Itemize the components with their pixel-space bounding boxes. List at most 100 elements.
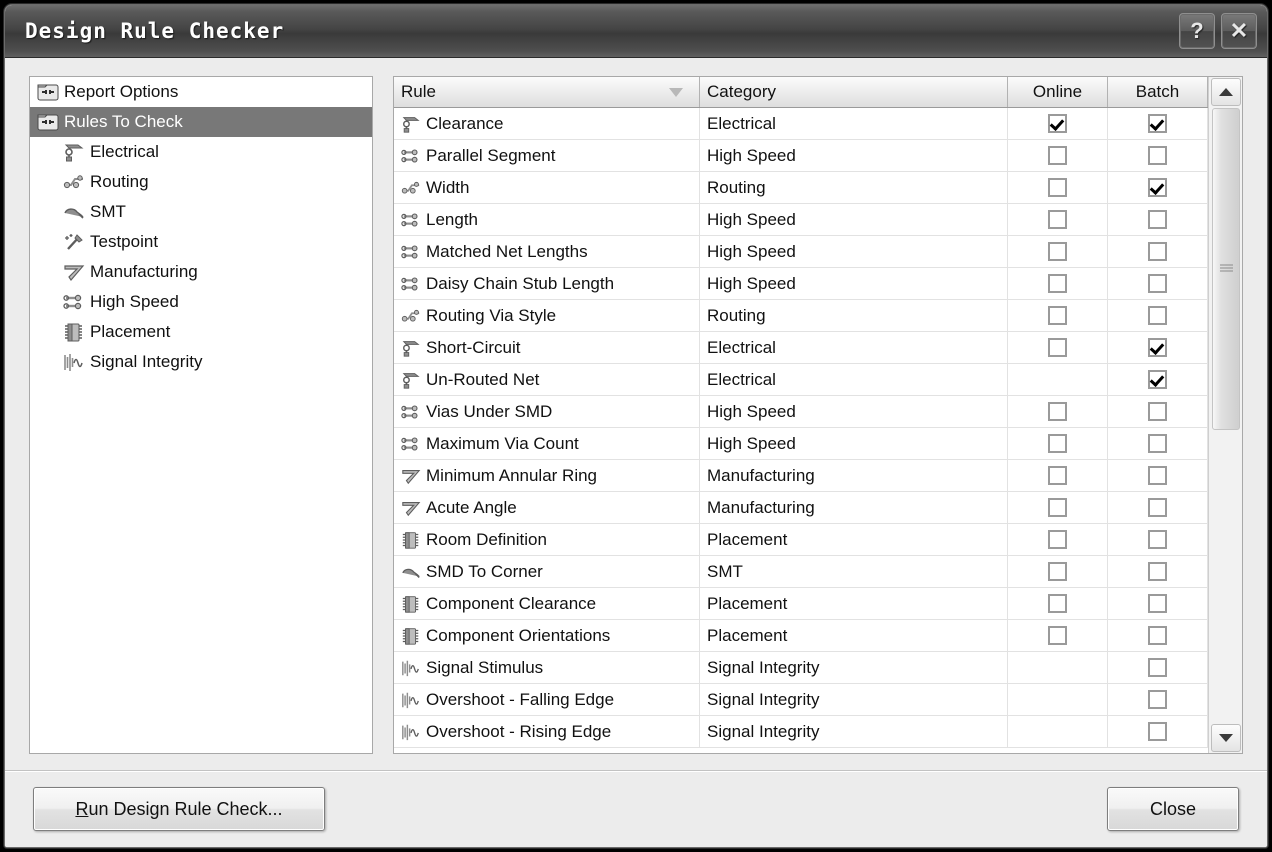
table-row[interactable]: Acute AngleManufacturing [394, 492, 1208, 524]
table-row[interactable]: Daisy Chain Stub LengthHigh Speed [394, 268, 1208, 300]
table-row[interactable]: Room DefinitionPlacement [394, 524, 1208, 556]
scroll-up-button[interactable] [1211, 78, 1241, 106]
close-icon-button[interactable]: ✕ [1221, 13, 1257, 49]
cell-online[interactable] [1008, 620, 1108, 651]
cell-batch[interactable] [1108, 460, 1208, 491]
tree-item-report-options[interactable]: Report Options [30, 77, 372, 107]
batch-checkbox[interactable] [1148, 146, 1167, 165]
cell-batch[interactable] [1108, 652, 1208, 683]
cell-online[interactable] [1008, 140, 1108, 171]
table-row[interactable]: Matched Net LengthsHigh Speed [394, 236, 1208, 268]
cell-online[interactable] [1008, 428, 1108, 459]
cell-batch[interactable] [1108, 140, 1208, 171]
online-checkbox[interactable] [1048, 626, 1067, 645]
help-button[interactable]: ? [1179, 13, 1215, 49]
cell-batch[interactable] [1108, 204, 1208, 235]
cell-online[interactable] [1008, 332, 1108, 363]
tree-item-routing[interactable]: Routing [30, 167, 372, 197]
column-header-batch[interactable]: Batch [1108, 77, 1208, 107]
cell-batch[interactable] [1108, 428, 1208, 459]
tree-item-smt[interactable]: SMT [30, 197, 372, 227]
run-design-rule-check-button[interactable]: Run Design Rule Check... [33, 787, 325, 831]
cell-online[interactable] [1008, 300, 1108, 331]
column-header-online[interactable]: Online [1008, 77, 1108, 107]
batch-checkbox[interactable] [1148, 530, 1167, 549]
tree-item-manufacturing[interactable]: Manufacturing [30, 257, 372, 287]
batch-checkbox[interactable] [1148, 306, 1167, 325]
cell-batch[interactable] [1108, 236, 1208, 267]
cell-online[interactable] [1008, 108, 1108, 139]
cell-online[interactable] [1008, 396, 1108, 427]
online-checkbox[interactable] [1048, 306, 1067, 325]
scroll-down-button[interactable] [1211, 724, 1241, 752]
tree-item-high-speed[interactable]: High Speed [30, 287, 372, 317]
cell-online[interactable] [1008, 492, 1108, 523]
batch-checkbox[interactable] [1148, 594, 1167, 613]
cell-batch[interactable] [1108, 172, 1208, 203]
cell-online[interactable] [1008, 460, 1108, 491]
table-row[interactable]: Overshoot - Rising EdgeSignal Integrity [394, 716, 1208, 748]
tree-item-rules-to-check[interactable]: Rules To Check [30, 107, 372, 137]
online-checkbox[interactable] [1048, 530, 1067, 549]
cell-batch[interactable] [1108, 332, 1208, 363]
batch-checkbox[interactable] [1148, 210, 1167, 229]
cell-online[interactable] [1008, 588, 1108, 619]
batch-checkbox[interactable] [1148, 402, 1167, 421]
cell-batch[interactable] [1108, 492, 1208, 523]
cell-batch[interactable] [1108, 396, 1208, 427]
online-checkbox[interactable] [1048, 562, 1067, 581]
cell-batch[interactable] [1108, 364, 1208, 395]
tree-item-testpoint[interactable]: Testpoint [30, 227, 372, 257]
table-row[interactable]: Un-Routed NetElectrical [394, 364, 1208, 396]
table-row[interactable]: Maximum Via CountHigh Speed [394, 428, 1208, 460]
batch-checkbox[interactable] [1148, 242, 1167, 261]
table-row[interactable]: WidthRouting [394, 172, 1208, 204]
cell-online[interactable] [1008, 204, 1108, 235]
table-row[interactable]: ClearanceElectrical [394, 108, 1208, 140]
cell-online[interactable] [1008, 236, 1108, 267]
scrollbar-thumb[interactable] [1212, 108, 1240, 430]
table-row[interactable]: Parallel SegmentHigh Speed [394, 140, 1208, 172]
batch-checkbox[interactable] [1148, 626, 1167, 645]
navigation-tree[interactable]: Report OptionsRules To CheckElectricalRo… [29, 76, 373, 754]
batch-checkbox[interactable] [1148, 114, 1167, 133]
cell-batch[interactable] [1108, 108, 1208, 139]
batch-checkbox[interactable] [1148, 658, 1167, 677]
online-checkbox[interactable] [1048, 178, 1067, 197]
batch-checkbox[interactable] [1148, 722, 1167, 741]
table-row[interactable]: Vias Under SMDHigh Speed [394, 396, 1208, 428]
online-checkbox[interactable] [1048, 146, 1067, 165]
cell-batch[interactable] [1108, 268, 1208, 299]
cell-batch[interactable] [1108, 620, 1208, 651]
table-row[interactable]: SMD To CornerSMT [394, 556, 1208, 588]
cell-batch[interactable] [1108, 684, 1208, 715]
online-checkbox[interactable] [1048, 434, 1067, 453]
table-row[interactable]: Component ClearancePlacement [394, 588, 1208, 620]
column-header-rule[interactable]: Rule [394, 77, 700, 107]
batch-checkbox[interactable] [1148, 178, 1167, 197]
cell-batch[interactable] [1108, 716, 1208, 747]
cell-online[interactable] [1008, 268, 1108, 299]
batch-checkbox[interactable] [1148, 690, 1167, 709]
tree-item-placement[interactable]: Placement [30, 317, 372, 347]
cell-batch[interactable] [1108, 524, 1208, 555]
batch-checkbox[interactable] [1148, 498, 1167, 517]
table-row[interactable]: Component OrientationsPlacement [394, 620, 1208, 652]
online-checkbox[interactable] [1048, 402, 1067, 421]
column-header-category[interactable]: Category [700, 77, 1008, 107]
online-checkbox[interactable] [1048, 594, 1067, 613]
cell-batch[interactable] [1108, 588, 1208, 619]
online-checkbox[interactable] [1048, 242, 1067, 261]
table-row[interactable]: Signal StimulusSignal Integrity [394, 652, 1208, 684]
batch-checkbox[interactable] [1148, 434, 1167, 453]
cell-batch[interactable] [1108, 300, 1208, 331]
cell-online[interactable] [1008, 172, 1108, 203]
online-checkbox[interactable] [1048, 498, 1067, 517]
tree-item-signal-integrity[interactable]: Signal Integrity [30, 347, 372, 377]
vertical-scrollbar[interactable] [1208, 77, 1242, 753]
cell-online[interactable] [1008, 556, 1108, 587]
online-checkbox[interactable] [1048, 466, 1067, 485]
cell-online[interactable] [1008, 524, 1108, 555]
batch-checkbox[interactable] [1148, 370, 1167, 389]
tree-item-electrical[interactable]: Electrical [30, 137, 372, 167]
